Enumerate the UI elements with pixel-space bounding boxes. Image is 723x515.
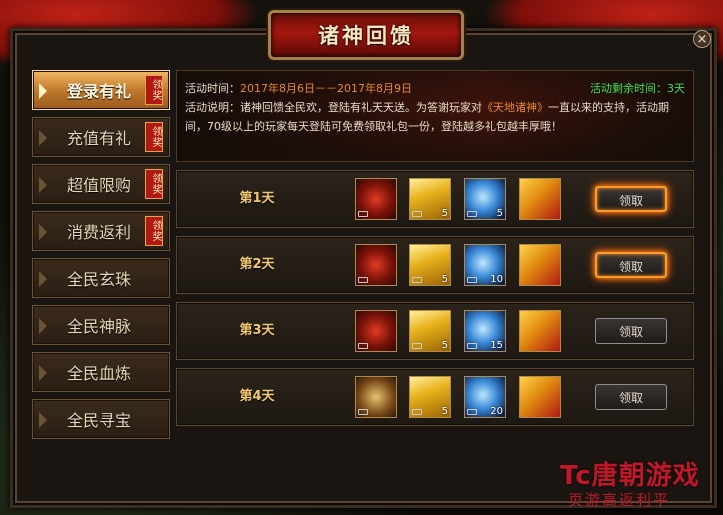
tab-arrow-icon bbox=[39, 412, 47, 428]
tab-arrow-icon bbox=[39, 318, 47, 334]
tab-xuanzhu[interactable]: 全民玄珠 bbox=[32, 258, 170, 298]
claim-button[interactable]: 领取 bbox=[595, 384, 667, 410]
claim-badge: 领奖 bbox=[145, 122, 163, 152]
tab-arrow-icon bbox=[39, 83, 47, 99]
remaining-value: 3天 bbox=[667, 82, 685, 95]
claim-badge: 领奖 bbox=[145, 216, 163, 246]
item-count: 10 bbox=[490, 274, 503, 285]
bound-lock-icon bbox=[412, 277, 422, 283]
gift-box-icon[interactable] bbox=[519, 244, 561, 286]
remaining-label: 活动剩余时间： bbox=[590, 82, 667, 95]
watermark-tagline: 页游高返利平 bbox=[568, 491, 671, 509]
mask-icon[interactable] bbox=[355, 244, 397, 286]
close-button[interactable]: × bbox=[693, 30, 711, 48]
skill-book-icon[interactable] bbox=[355, 376, 397, 418]
tab-label: 登录有礼 bbox=[67, 82, 132, 101]
tab-label: 全民玄珠 bbox=[67, 270, 132, 289]
mask-icon[interactable] bbox=[355, 310, 397, 352]
bound-lock-icon bbox=[467, 409, 477, 415]
event-remaining: 活动剩余时间：3天 bbox=[590, 79, 685, 98]
blue-orb-icon[interactable]: 10 bbox=[464, 244, 506, 286]
game-name: 《天地诸神》 bbox=[482, 101, 548, 114]
tab-recharge-gift[interactable]: 充值有礼 领奖 bbox=[32, 117, 170, 157]
tab-xunbao[interactable]: 全民寻宝 bbox=[32, 399, 170, 439]
tab-arrow-icon bbox=[39, 271, 47, 287]
tab-label: 超值限购 bbox=[67, 176, 132, 195]
event-description: 活动说明：诸神回馈全民欢，登陆有礼天天送。为答谢玩家对《天地诸神》一直以来的支持… bbox=[185, 98, 685, 136]
day-label: 第3天 bbox=[239, 323, 275, 338]
day-label: 第4天 bbox=[239, 389, 275, 404]
reward-list: 第1天 5 5 领取 第2天 5 10 领取 第3天 5 15 领取 第4天 5… bbox=[176, 170, 694, 434]
watermark-brand: Tc唐朝游戏 bbox=[560, 461, 700, 491]
tab-shenmai[interactable]: 全民神脉 bbox=[32, 305, 170, 345]
bound-lock-icon bbox=[467, 277, 477, 283]
claim-badge: 领奖 bbox=[145, 169, 163, 199]
claim-button[interactable]: 领取 bbox=[595, 252, 667, 278]
mask-icon[interactable] bbox=[355, 178, 397, 220]
blue-orb-icon[interactable]: 20 bbox=[464, 376, 506, 418]
gift-box-icon[interactable] bbox=[519, 310, 561, 352]
day-label: 第1天 bbox=[239, 191, 275, 206]
tab-arrow-icon bbox=[39, 130, 47, 146]
tab-arrow-icon bbox=[39, 177, 47, 193]
tab-login-gift[interactable]: 登录有礼 领奖 bbox=[32, 70, 170, 110]
gift-box-icon[interactable] bbox=[519, 376, 561, 418]
tab-label: 消费返利 bbox=[67, 223, 132, 242]
event-info-panel: 活动时间：2017年8月6日－－2017年8月9日 活动剩余时间：3天 活动说明… bbox=[176, 70, 694, 162]
gold-ingot-icon[interactable]: 5 bbox=[409, 310, 451, 352]
tab-arrow-icon bbox=[39, 365, 47, 381]
claim-button[interactable]: 领取 bbox=[595, 318, 667, 344]
bound-lock-icon bbox=[412, 343, 422, 349]
gold-ingot-icon[interactable]: 5 bbox=[409, 178, 451, 220]
tab-xuelian[interactable]: 全民血炼 bbox=[32, 352, 170, 392]
bound-lock-icon bbox=[358, 409, 368, 415]
tab-label: 全民神脉 bbox=[67, 317, 132, 336]
claim-button[interactable]: 领取 bbox=[595, 186, 667, 212]
tab-spending-rebate[interactable]: 消费返利 领奖 bbox=[32, 211, 170, 251]
sidebar-tabs: 登录有礼 领奖 充值有礼 领奖 超值限购 领奖 消费返利 领奖 全民玄珠 全民神… bbox=[32, 70, 170, 446]
item-count: 15 bbox=[490, 340, 503, 351]
blue-orb-icon[interactable]: 15 bbox=[464, 310, 506, 352]
tab-label: 全民血炼 bbox=[67, 364, 132, 383]
event-time-label: 活动时间： bbox=[185, 82, 240, 95]
reward-row-day-4: 第4天 5 20 领取 bbox=[176, 368, 694, 426]
tab-label: 全民寻宝 bbox=[67, 411, 132, 430]
gold-ingot-icon[interactable]: 5 bbox=[409, 376, 451, 418]
reward-row-day-3: 第3天 5 15 领取 bbox=[176, 302, 694, 360]
bound-lock-icon bbox=[358, 277, 368, 283]
tab-label: 充值有礼 bbox=[67, 129, 132, 148]
bound-lock-icon bbox=[358, 343, 368, 349]
reward-row-day-2: 第2天 5 10 领取 bbox=[176, 236, 694, 294]
claim-badge: 领奖 bbox=[145, 75, 163, 105]
event-time-value: 2017年8月6日－－2017年8月9日 bbox=[240, 82, 412, 95]
item-count: 5 bbox=[496, 208, 503, 219]
blue-orb-icon[interactable]: 5 bbox=[464, 178, 506, 220]
window-title-plaque: 诸神回馈 bbox=[268, 10, 464, 60]
desc-label: 活动说明： bbox=[185, 101, 240, 114]
bound-lock-icon bbox=[358, 211, 368, 217]
tab-arrow-icon bbox=[39, 224, 47, 240]
site-watermark: Tc唐朝游戏 页游高返利平 bbox=[560, 455, 723, 515]
item-count: 5 bbox=[441, 340, 448, 351]
bound-lock-icon bbox=[412, 211, 422, 217]
bound-lock-icon bbox=[467, 343, 477, 349]
item-count: 5 bbox=[441, 274, 448, 285]
item-count: 20 bbox=[490, 406, 503, 417]
day-label: 第2天 bbox=[239, 257, 275, 272]
bound-lock-icon bbox=[467, 211, 477, 217]
gold-ingot-icon[interactable]: 5 bbox=[409, 244, 451, 286]
gift-box-icon[interactable] bbox=[519, 178, 561, 220]
desc-part1: 诸神回馈全民欢，登陆有礼天天送。为答谢玩家对 bbox=[240, 101, 482, 114]
event-time-row: 活动时间：2017年8月6日－－2017年8月9日 活动剩余时间：3天 bbox=[185, 79, 685, 98]
tab-limited-purchase[interactable]: 超值限购 领奖 bbox=[32, 164, 170, 204]
window-title: 诸神回馈 bbox=[318, 24, 414, 48]
item-count: 5 bbox=[441, 208, 448, 219]
bound-lock-icon bbox=[412, 409, 422, 415]
reward-row-day-1: 第1天 5 5 领取 bbox=[176, 170, 694, 228]
item-count: 5 bbox=[441, 406, 448, 417]
